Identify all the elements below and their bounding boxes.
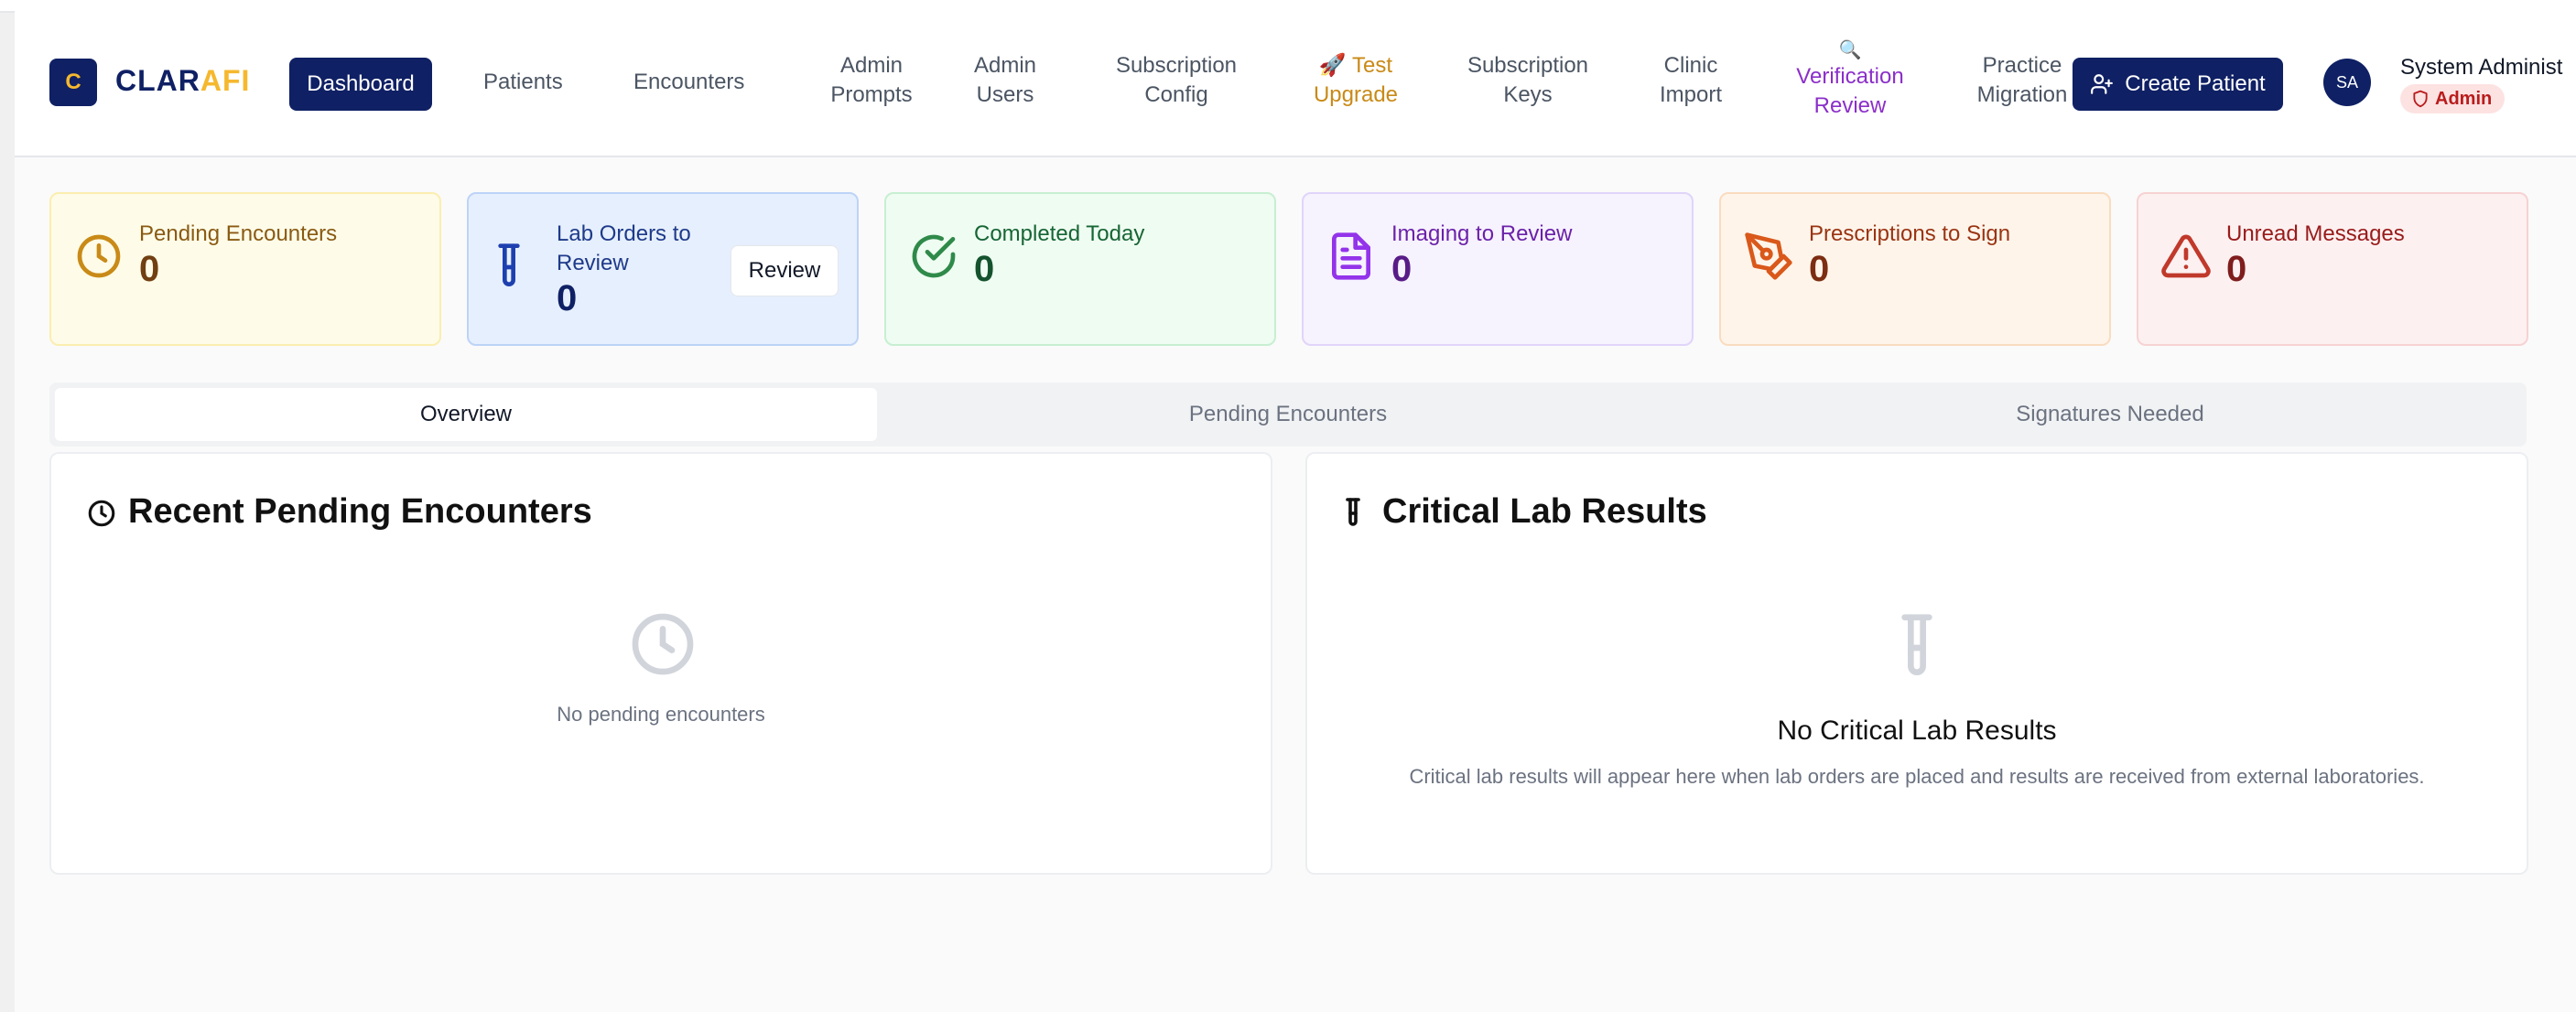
nav-subscription-config-line1: Subscription	[1115, 53, 1238, 78]
empty-state-text: No pending encounters	[557, 703, 765, 726]
nav-verification-review[interactable]: 🔍 Verification Review	[1772, 38, 1928, 121]
nav-admin-users-line1: Admin	[973, 53, 1037, 78]
stat-card-imaging[interactable]: Imaging to Review 0	[1302, 192, 1694, 346]
review-button-label: Review	[748, 258, 821, 283]
stat-value: 0	[139, 249, 160, 289]
stat-value: 0	[557, 278, 578, 318]
nav-clinic-import[interactable]: Clinic Import	[1640, 51, 1741, 110]
nav-admin-prompts-line1: Admin	[839, 53, 904, 78]
stat-value: 0	[1391, 249, 1412, 289]
nav-patients[interactable]: Patients	[483, 68, 563, 97]
role-badge: Admin	[2400, 84, 2506, 113]
empty-state-text: Critical lab results will appear here wh…	[1409, 765, 2425, 788]
stat-label: Lab Orders to Review	[557, 220, 691, 278]
stat-label: Unread Messages	[2226, 221, 2405, 246]
test-tube-icon	[498, 243, 520, 286]
top-navbar: C CLARAFI Dashboard Patients Encounters …	[15, 11, 2576, 157]
nav-subscription-config-line2: Config	[1144, 82, 1208, 107]
tab-overview-label: Overview	[419, 402, 513, 426]
stat-value: 0	[974, 249, 995, 289]
clock-icon	[88, 500, 115, 527]
nav-subscription-keys-line2: Keys	[1503, 82, 1553, 107]
nav-subscription-keys-line1: Subscription	[1467, 53, 1589, 78]
stat-value: 0	[1809, 249, 1830, 289]
nav-practice-migration[interactable]: Practice Migration	[1963, 51, 2082, 110]
check-circle-icon	[912, 234, 956, 278]
clock-icon	[77, 234, 121, 278]
nav-verification-review-line1: Verification	[1796, 64, 1904, 89]
app-root: C CLARAFI Dashboard Patients Encounters …	[15, 11, 2576, 1012]
test-tube-icon	[1346, 498, 1360, 526]
stat-card-prescriptions[interactable]: Prescriptions to Sign 0	[1719, 192, 2111, 346]
stat-label: Prescriptions to Sign	[1809, 221, 2011, 246]
stat-label: Imaging to Review	[1391, 221, 1573, 246]
nav-admin-prompts[interactable]: Admin Prompts	[817, 51, 926, 110]
nav-practice-migration-line2: Migration	[1976, 82, 2068, 107]
nav-encounters[interactable]: Encounters	[633, 68, 744, 97]
nav-encounters-label: Encounters	[633, 70, 745, 94]
tab-pending-encounters[interactable]: Pending Encounters	[877, 388, 1699, 441]
stat-card-lab-orders[interactable]: Lab Orders to Review 0 Review	[467, 192, 859, 346]
warning-triangle-icon	[2161, 234, 2211, 278]
clock-icon	[632, 613, 694, 675]
brand-name[interactable]: CLARAFI	[115, 64, 250, 98]
nav-subscription-keys[interactable]: Subscription Keys	[1450, 51, 1606, 110]
panel-title: Critical Lab Results	[1382, 492, 1707, 531]
nav-practice-migration-line1: Practice	[1982, 53, 2062, 78]
stat-label: Completed Today	[974, 221, 1145, 246]
create-patient-button[interactable]: Create Patient	[2073, 58, 2283, 111]
recent-pending-encounters-panel: Recent Pending Encounters No pending enc…	[49, 452, 1272, 875]
brand-name-part1: CLAR	[115, 64, 200, 97]
pen-tool-icon	[1745, 232, 1792, 280]
stat-label-line1: Lab Orders to	[557, 221, 691, 246]
nav-admin-prompts-line2: Prompts	[830, 82, 913, 107]
logo-letter: C	[65, 70, 81, 94]
test-tube-icon	[1901, 614, 1932, 675]
nav-subscription-config[interactable]: Subscription Config	[1099, 51, 1254, 110]
nav-clinic-import-line2: Import	[1659, 82, 1722, 107]
logo-icon[interactable]: C	[49, 59, 97, 106]
stat-card-unread-messages[interactable]: Unread Messages 0	[2137, 192, 2528, 346]
nav-admin-users[interactable]: Admin Users	[959, 51, 1051, 110]
nav-patients-label: Patients	[483, 70, 563, 94]
nav-admin-users-line2: Users	[976, 82, 1034, 107]
panel-title: Recent Pending Encounters	[128, 492, 592, 531]
document-icon	[1332, 232, 1370, 280]
nav-test-upgrade-line2: Upgrade	[1313, 82, 1399, 107]
create-patient-label: Create Patient	[2125, 71, 2266, 96]
avatar-initials: SA	[2335, 72, 2358, 92]
stat-value: 0	[2226, 249, 2247, 289]
user-plus-icon	[2091, 74, 2114, 94]
tab-signatures-needed[interactable]: Signatures Needed	[1699, 388, 2521, 441]
nav-test-upgrade[interactable]: 🚀 Test Upgrade	[1296, 51, 1415, 110]
avatar[interactable]: SA	[2323, 59, 2371, 106]
tab-pending-encounters-label: Pending Encounters	[1188, 402, 1388, 426]
user-name: System Administ	[2400, 55, 2563, 80]
nav-dashboard-label: Dashboard	[307, 71, 415, 96]
stat-card-completed-today[interactable]: Completed Today 0	[884, 192, 1276, 346]
review-button[interactable]: Review	[731, 245, 839, 296]
nav-dashboard[interactable]: Dashboard	[289, 58, 432, 111]
magnifier-icon: 🔍	[1838, 40, 1862, 60]
nav-test-upgrade-line1: 🚀 Test	[1318, 53, 1393, 78]
critical-lab-results-panel: Critical Lab Results No Critical Lab Res…	[1305, 452, 2528, 875]
stat-label-line2: Review	[557, 251, 629, 275]
empty-state-heading: No Critical Lab Results	[1777, 716, 2057, 746]
nav-verification-review-line2: Review	[1813, 93, 1887, 118]
tab-overview[interactable]: Overview	[55, 388, 877, 441]
brand-name-part2: AFI	[200, 64, 251, 97]
stat-label: Pending Encounters	[139, 221, 338, 246]
tab-signatures-needed-label: Signatures Needed	[2016, 402, 2204, 426]
shield-icon	[2413, 90, 2428, 108]
dashboard-tabs: Overview Pending Encounters Signatures N…	[49, 382, 2527, 447]
nav-clinic-import-line1: Clinic	[1663, 53, 1718, 78]
stat-card-pending-encounters[interactable]: Pending Encounters 0	[49, 192, 441, 346]
role-badge-label: Admin	[2435, 88, 2493, 109]
